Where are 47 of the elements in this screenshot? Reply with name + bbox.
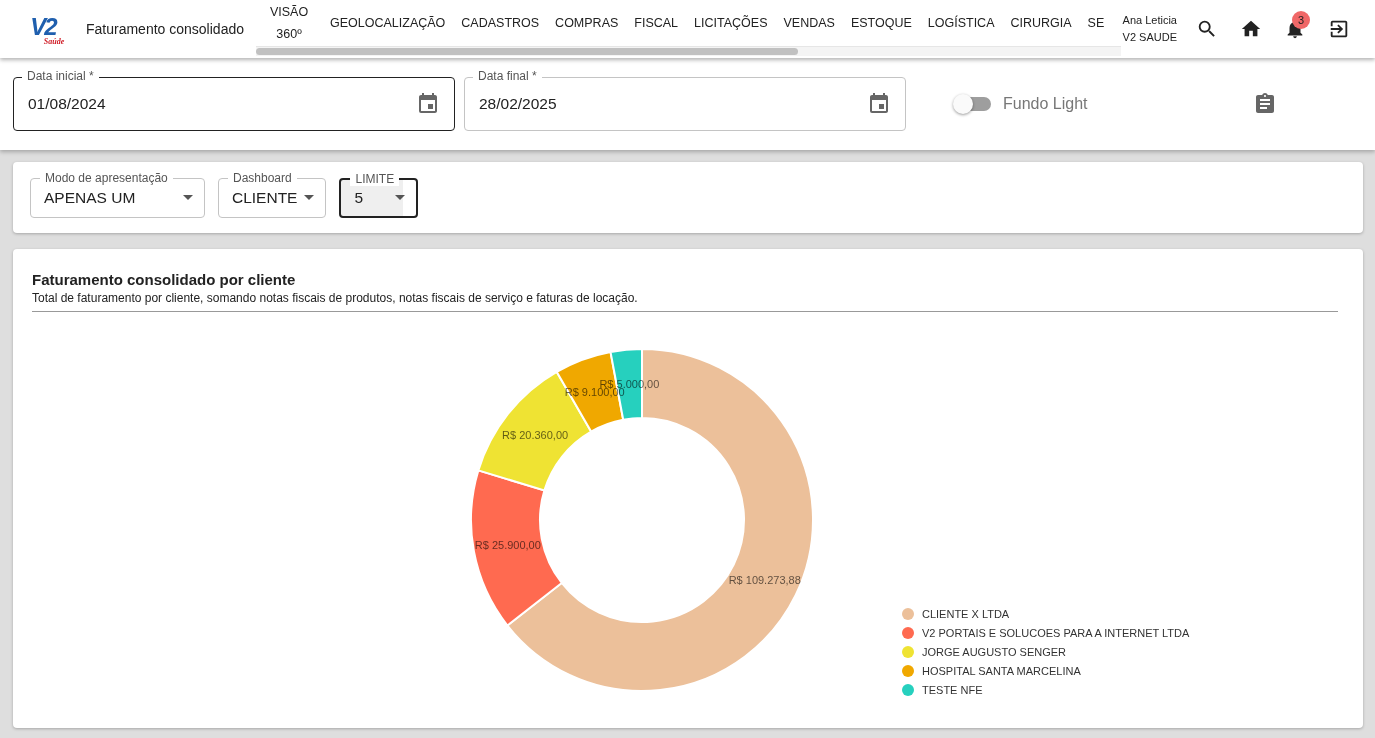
nav-item[interactable]: VENDAS bbox=[775, 12, 843, 34]
legend-label[interactable]: V2 PORTAIS E SOLUCOES PARA A INTERNET LTDA bbox=[922, 627, 1190, 639]
caret-icon bbox=[304, 195, 315, 200]
chart-title: Faturamento consolidado por cliente bbox=[32, 271, 297, 288]
legend-label[interactable]: JORGE AUGUSTO SENGER bbox=[922, 646, 1067, 658]
calendar-icon[interactable] bbox=[416, 92, 440, 116]
toggle-label: Fundo Light bbox=[1003, 95, 1088, 113]
notifications-button[interactable]: 3 bbox=[1273, 7, 1317, 51]
caret-icon bbox=[395, 195, 406, 200]
scrollbar[interactable] bbox=[256, 46, 1121, 56]
value-label: R$ 20.360,00 bbox=[502, 429, 569, 442]
field-label: Modo de apresentação bbox=[40, 170, 173, 185]
toggle-switch[interactable] bbox=[955, 97, 991, 111]
logout-icon bbox=[1328, 18, 1350, 40]
nav-item[interactable]: VISÃO 360º bbox=[256, 1, 322, 45]
value-label: R$ 109.273,88 bbox=[728, 573, 801, 586]
field-value: 28/02/2025 bbox=[479, 95, 557, 113]
nav-item[interactable]: CIRURGIA bbox=[1002, 12, 1080, 34]
notification-count: 3 bbox=[1292, 11, 1310, 29]
nav-item[interactable]: FISCAL bbox=[626, 12, 687, 34]
chart-subtitle: Total de faturamento por cliente, somando notas fiscais de produtos, notas fiscais de serviço e faturas de locação. bbox=[32, 291, 639, 305]
field-value: CLIENTE bbox=[232, 188, 298, 207]
calendar-icon[interactable] bbox=[867, 92, 891, 116]
field-label: Dashboard bbox=[228, 170, 297, 185]
caret-icon bbox=[183, 195, 193, 200]
field-value: APENAS UM bbox=[44, 188, 136, 207]
nav-item[interactable]: COMPRAS bbox=[547, 12, 627, 34]
legend-label[interactable]: TESTE NFE bbox=[922, 684, 983, 696]
field-value: 5 bbox=[354, 188, 364, 207]
value-label: R$ 25.900,00 bbox=[474, 539, 541, 552]
nav-item[interactable]: LICITAÇÕES bbox=[686, 12, 776, 34]
nav-item[interactable]: SE bbox=[1079, 12, 1113, 34]
field-label: Data inicial * bbox=[22, 69, 99, 83]
nav-item[interactable]: CADASTROS bbox=[453, 12, 548, 34]
field-label: LIMITE bbox=[350, 171, 400, 186]
logo: V2 Saúde bbox=[29, 12, 66, 46]
nav-item[interactable]: GEOLOCALIZAÇÃO bbox=[322, 12, 454, 34]
field-value: 01/08/2024 bbox=[28, 95, 106, 113]
nav-item[interactable]: LOGÍSTICA bbox=[919, 12, 1003, 34]
user-company: V2 SAUDE bbox=[1122, 30, 1177, 45]
field-label: Data final * bbox=[473, 69, 542, 83]
search-icon bbox=[1196, 18, 1218, 40]
user-name: Ana Leticia bbox=[1122, 13, 1177, 28]
nav-item[interactable]: ESTOQUE bbox=[842, 12, 920, 34]
legend-label[interactable]: CLIENTE X LTDA bbox=[922, 608, 1010, 620]
page-title: Faturamento consolidado bbox=[86, 21, 244, 37]
legend-label[interactable]: HOSPITAL SANTA MARCELINA bbox=[922, 665, 1081, 677]
